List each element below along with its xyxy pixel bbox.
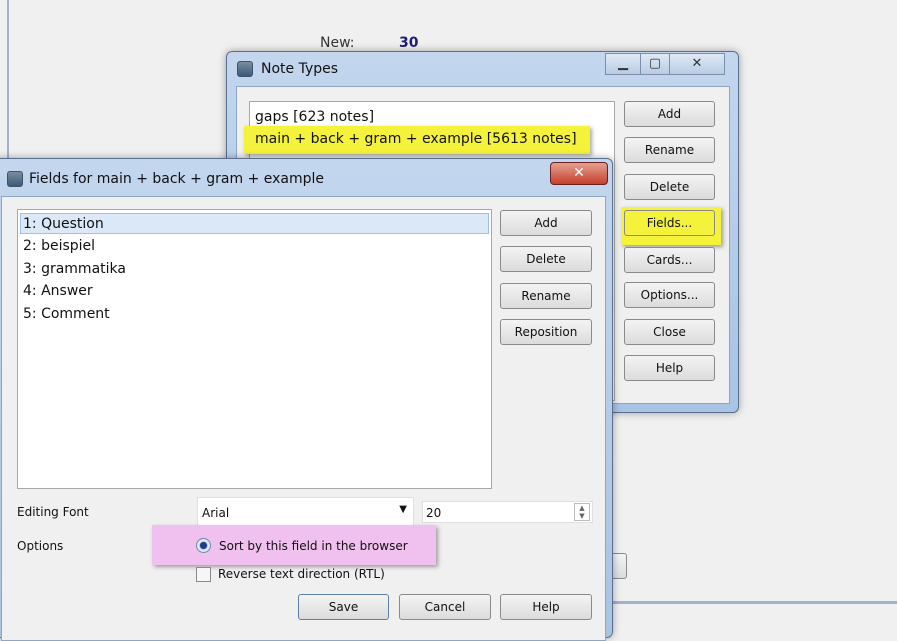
app-icon bbox=[7, 171, 23, 187]
background-window-border bbox=[7, 0, 9, 160]
rename-note-type-button[interactable]: Rename bbox=[624, 137, 715, 163]
font-size-value: 20 bbox=[426, 506, 442, 520]
cards-button[interactable]: Cards... bbox=[624, 247, 715, 273]
list-item[interactable]: 2: beispiel bbox=[23, 238, 95, 254]
new-count: 30 bbox=[399, 35, 419, 51]
delete-field-button[interactable]: Delete bbox=[500, 246, 592, 272]
list-item[interactable]: 4: Answer bbox=[23, 283, 93, 299]
list-item-selected[interactable]: 1: Question bbox=[23, 216, 104, 232]
list-item-selected[interactable]: main + back + gram + example [5613 notes… bbox=[255, 131, 577, 147]
close-button[interactable]: ✕ bbox=[669, 53, 725, 75]
background-window-border bbox=[613, 601, 897, 604]
app-icon bbox=[237, 61, 253, 77]
reposition-field-button[interactable]: Reposition bbox=[500, 319, 592, 345]
maximize-button[interactable]: ▢ bbox=[640, 53, 670, 75]
rtl-option-label[interactable]: Reverse text direction (RTL) bbox=[218, 567, 385, 581]
new-label: New: bbox=[320, 35, 355, 51]
help-note-types-button[interactable]: Help bbox=[624, 355, 715, 381]
font-select[interactable]: Arial ▼ bbox=[197, 497, 414, 526]
list-item[interactable]: 5: Comment bbox=[23, 306, 110, 322]
window-title: Fields for main + back + gram + example bbox=[29, 171, 325, 187]
fields-button[interactable]: Fields... bbox=[624, 210, 715, 236]
chevron-down-icon: ▼ bbox=[399, 504, 407, 515]
delete-note-type-button[interactable]: Delete bbox=[624, 174, 715, 200]
minimize-button[interactable]: ▁ bbox=[605, 53, 641, 75]
editing-font-label: Editing Font bbox=[17, 505, 89, 519]
rtl-checkbox[interactable] bbox=[196, 567, 211, 582]
close-button[interactable]: ✕ bbox=[550, 162, 608, 185]
options-button[interactable]: Options... bbox=[624, 282, 715, 308]
list-item[interactable]: 3: grammatika bbox=[23, 261, 126, 277]
sort-radio[interactable] bbox=[196, 538, 211, 553]
cancel-button[interactable]: Cancel bbox=[399, 594, 491, 620]
help-button[interactable]: Help bbox=[500, 594, 592, 620]
add-note-type-button[interactable]: Add bbox=[624, 101, 715, 127]
fields-list[interactable]: 1: Question 2: beispiel 3: grammatika 4:… bbox=[17, 209, 492, 489]
save-button[interactable]: Save bbox=[298, 594, 389, 620]
font-value: Arial bbox=[202, 506, 230, 520]
font-size-spinbox[interactable]: 20 ▲ ▼ bbox=[422, 501, 593, 523]
options-label: Options bbox=[17, 539, 64, 553]
close-note-types-button[interactable]: Close bbox=[624, 319, 715, 345]
rename-field-button[interactable]: Rename bbox=[500, 283, 592, 309]
spin-arrows-icon[interactable]: ▲ ▼ bbox=[574, 503, 590, 521]
add-field-button[interactable]: Add bbox=[500, 210, 592, 236]
list-item[interactable]: gaps [623 notes] bbox=[255, 109, 374, 125]
window-title: Note Types bbox=[261, 61, 339, 77]
sort-option-label[interactable]: Sort by this field in the browser bbox=[219, 539, 408, 553]
